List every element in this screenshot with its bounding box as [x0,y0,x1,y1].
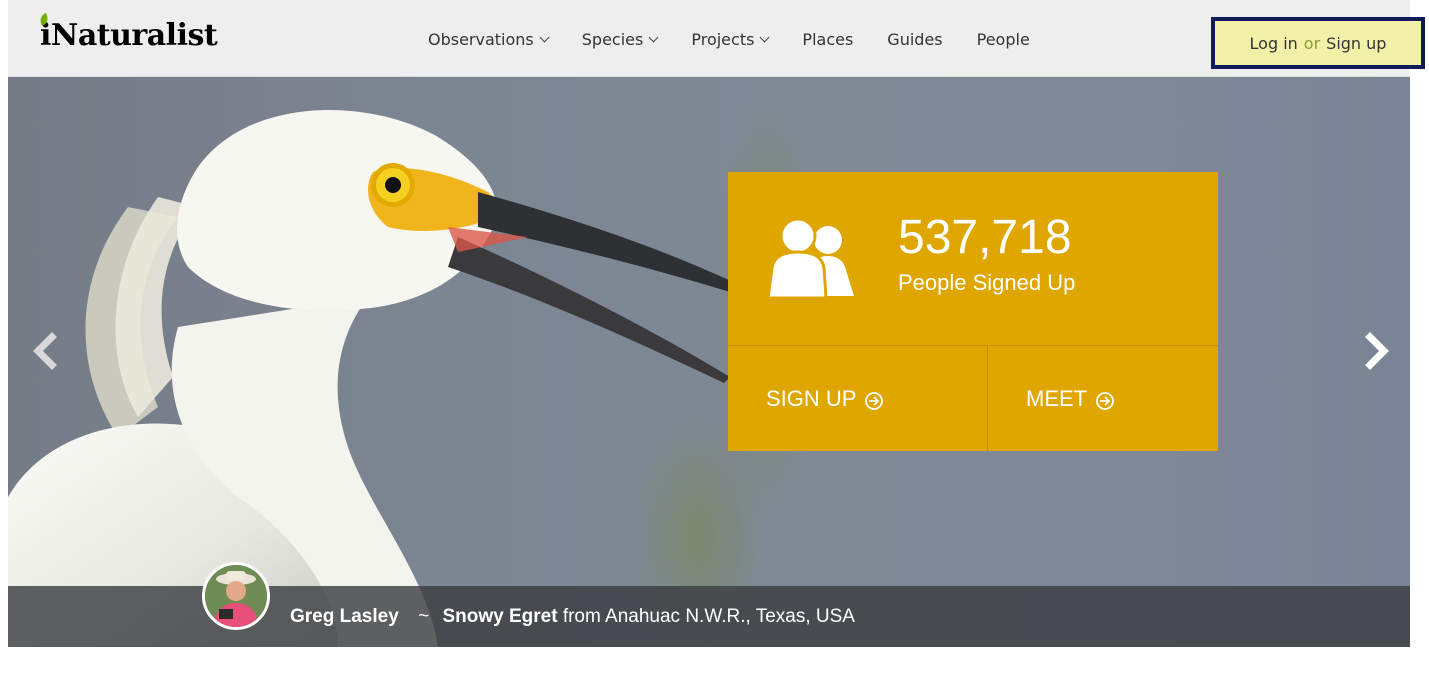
nav-people[interactable]: People [977,30,1030,49]
meet-button-label: MEET [1026,385,1088,411]
nav-projects[interactable]: Projects [691,30,770,49]
people-count-label: People Signed Up [898,270,1076,295]
species-name[interactable]: Snowy Egret [442,606,557,627]
inaturalist-logo[interactable]: iNaturalist [38,13,218,53]
photographer-name[interactable]: Greg Lasley [290,606,399,627]
photo-caption: Greg Lasley ~ Snowy Egret from Anahuac N… [290,606,855,628]
nav-species[interactable]: Species [581,30,659,49]
signup-button[interactable]: SIGN UP [766,346,986,451]
login-signup-box: Log in or Sign up [1211,17,1425,69]
stats-summary: 537,718 People Signed Up [728,172,1218,345]
logo-text: iNaturalist [40,18,218,53]
login-link[interactable]: Log in [1250,34,1298,53]
top-header: iNaturalist Observations Species Project… [8,0,1425,77]
nav-people-label: People [976,30,1030,49]
avatar[interactable] [202,562,270,630]
nav-observations[interactable]: Observations [428,30,550,49]
signup-link[interactable]: Sign up [1326,34,1386,53]
carousel-prev-button[interactable] [28,331,64,371]
nav-observations-label: Observations [428,30,534,49]
signup-button-label: SIGN UP [766,385,857,411]
or-text: or [1303,33,1321,53]
nav-projects-label: Projects [691,30,755,49]
nav-guides-label: Guides [887,30,943,49]
nav-places[interactable]: Places [802,30,853,49]
main-nav: Observations Species Projects Places Gui… [428,30,1064,49]
page: iNaturalist Observations Species Project… [8,0,1425,694]
chevron-down-icon [759,32,770,43]
nav-species-label: Species [581,30,644,49]
chevron-left-icon [33,332,57,370]
carousel-next-button[interactable] [1358,331,1394,371]
chevron-down-icon [539,32,550,43]
chevron-right-icon [1365,332,1389,370]
chevron-down-icon [648,32,659,43]
nav-places-label: Places [802,30,854,49]
avatar-photo [205,565,267,627]
people-stats-card: 537,718 People Signed Up SIGN UP MEET [728,172,1218,451]
people-icon [768,218,854,298]
people-count: 537,718 [898,211,1072,264]
circle-arrow-right-icon [865,391,884,410]
nav-guides[interactable]: Guides [887,30,942,49]
meet-button[interactable]: MEET [1026,346,1206,451]
caption-separator: ~ [418,606,430,627]
location-text: from Anahuac N.W.R., Texas, USA [562,606,855,627]
circle-arrow-right-icon [1096,391,1115,410]
card-divider [987,346,988,451]
hero-carousel: 537,718 People Signed Up SIGN UP MEET Gr… [8,77,1410,647]
